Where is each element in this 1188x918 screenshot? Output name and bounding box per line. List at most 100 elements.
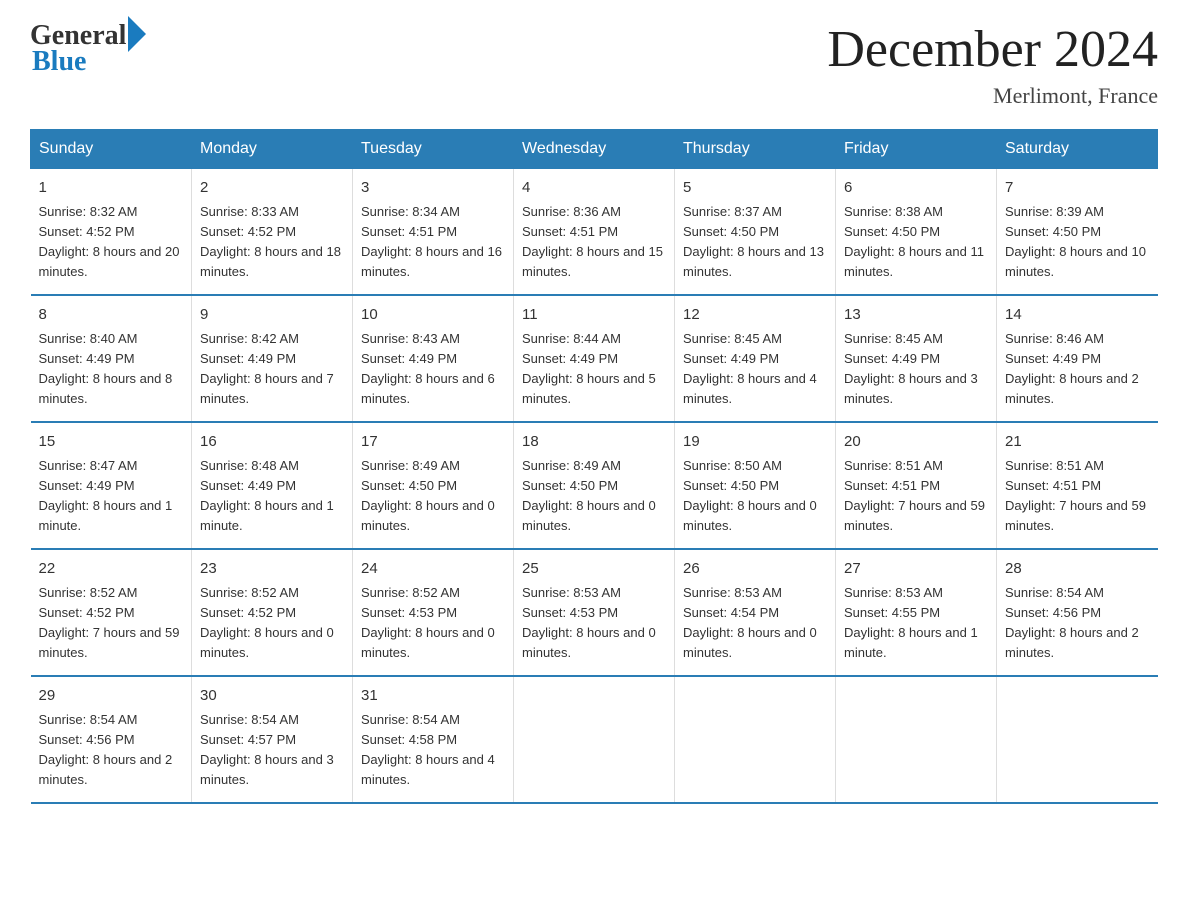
day-number: 7 — [1005, 177, 1150, 200]
calendar-cell: 26Sunrise: 8:53 AMSunset: 4:54 PMDayligh… — [675, 549, 836, 676]
calendar-cell: 6Sunrise: 8:38 AMSunset: 4:50 PMDaylight… — [836, 169, 997, 296]
calendar-week-row: 8Sunrise: 8:40 AMSunset: 4:49 PMDaylight… — [31, 295, 1158, 422]
day-info: Sunrise: 8:54 AMSunset: 4:56 PMDaylight:… — [1005, 583, 1150, 664]
calendar-cell: 4Sunrise: 8:36 AMSunset: 4:51 PMDaylight… — [514, 169, 675, 296]
day-number: 13 — [844, 304, 988, 327]
logo-arrow-icon — [128, 16, 146, 52]
day-number: 6 — [844, 177, 988, 200]
calendar-cell: 25Sunrise: 8:53 AMSunset: 4:53 PMDayligh… — [514, 549, 675, 676]
day-info: Sunrise: 8:40 AMSunset: 4:49 PMDaylight:… — [39, 329, 184, 410]
day-info: Sunrise: 8:51 AMSunset: 4:51 PMDaylight:… — [844, 456, 988, 537]
day-number: 22 — [39, 558, 184, 581]
day-info: Sunrise: 8:54 AMSunset: 4:58 PMDaylight:… — [361, 710, 505, 791]
day-info: Sunrise: 8:50 AMSunset: 4:50 PMDaylight:… — [683, 456, 827, 537]
day-number: 29 — [39, 685, 184, 708]
day-header-saturday: Saturday — [997, 130, 1158, 169]
day-number: 12 — [683, 304, 827, 327]
calendar-table: SundayMondayTuesdayWednesdayThursdayFrid… — [30, 129, 1158, 804]
calendar-week-row: 1Sunrise: 8:32 AMSunset: 4:52 PMDaylight… — [31, 169, 1158, 296]
day-info: Sunrise: 8:53 AMSunset: 4:55 PMDaylight:… — [844, 583, 988, 664]
day-info: Sunrise: 8:34 AMSunset: 4:51 PMDaylight:… — [361, 202, 505, 283]
day-number: 20 — [844, 431, 988, 454]
calendar-header-row: SundayMondayTuesdayWednesdayThursdayFrid… — [31, 130, 1158, 169]
day-info: Sunrise: 8:36 AMSunset: 4:51 PMDaylight:… — [522, 202, 666, 283]
day-number: 21 — [1005, 431, 1150, 454]
calendar-cell: 30Sunrise: 8:54 AMSunset: 4:57 PMDayligh… — [192, 676, 353, 803]
calendar-cell — [836, 676, 997, 803]
calendar-cell: 20Sunrise: 8:51 AMSunset: 4:51 PMDayligh… — [836, 422, 997, 549]
day-number: 3 — [361, 177, 505, 200]
page-header: General Blue December 2024 Merlimont, Fr… — [30, 20, 1158, 109]
calendar-cell: 19Sunrise: 8:50 AMSunset: 4:50 PMDayligh… — [675, 422, 836, 549]
calendar-cell: 11Sunrise: 8:44 AMSunset: 4:49 PMDayligh… — [514, 295, 675, 422]
day-info: Sunrise: 8:42 AMSunset: 4:49 PMDaylight:… — [200, 329, 344, 410]
day-info: Sunrise: 8:52 AMSunset: 4:52 PMDaylight:… — [200, 583, 344, 664]
day-number: 16 — [200, 431, 344, 454]
calendar-cell: 9Sunrise: 8:42 AMSunset: 4:49 PMDaylight… — [192, 295, 353, 422]
calendar-cell: 15Sunrise: 8:47 AMSunset: 4:49 PMDayligh… — [31, 422, 192, 549]
day-number: 10 — [361, 304, 505, 327]
day-header-sunday: Sunday — [31, 130, 192, 169]
calendar-cell: 1Sunrise: 8:32 AMSunset: 4:52 PMDaylight… — [31, 169, 192, 296]
calendar-cell: 10Sunrise: 8:43 AMSunset: 4:49 PMDayligh… — [353, 295, 514, 422]
day-info: Sunrise: 8:47 AMSunset: 4:49 PMDaylight:… — [39, 456, 184, 537]
calendar-cell: 2Sunrise: 8:33 AMSunset: 4:52 PMDaylight… — [192, 169, 353, 296]
calendar-cell: 23Sunrise: 8:52 AMSunset: 4:52 PMDayligh… — [192, 549, 353, 676]
title-section: December 2024 Merlimont, France — [827, 20, 1158, 109]
day-number: 18 — [522, 431, 666, 454]
day-number: 17 — [361, 431, 505, 454]
day-number: 31 — [361, 685, 505, 708]
calendar-cell — [997, 676, 1158, 803]
day-info: Sunrise: 8:54 AMSunset: 4:57 PMDaylight:… — [200, 710, 344, 791]
day-number: 28 — [1005, 558, 1150, 581]
day-number: 9 — [200, 304, 344, 327]
logo-blue-text: Blue — [32, 46, 86, 78]
day-number: 11 — [522, 304, 666, 327]
day-info: Sunrise: 8:49 AMSunset: 4:50 PMDaylight:… — [361, 456, 505, 537]
day-number: 5 — [683, 177, 827, 200]
day-header-friday: Friday — [836, 130, 997, 169]
location: Merlimont, France — [827, 83, 1158, 109]
day-header-thursday: Thursday — [675, 130, 836, 169]
day-info: Sunrise: 8:53 AMSunset: 4:53 PMDaylight:… — [522, 583, 666, 664]
calendar-cell: 5Sunrise: 8:37 AMSunset: 4:50 PMDaylight… — [675, 169, 836, 296]
day-header-wednesday: Wednesday — [514, 130, 675, 169]
day-info: Sunrise: 8:45 AMSunset: 4:49 PMDaylight:… — [683, 329, 827, 410]
day-number: 19 — [683, 431, 827, 454]
day-info: Sunrise: 8:48 AMSunset: 4:49 PMDaylight:… — [200, 456, 344, 537]
day-info: Sunrise: 8:45 AMSunset: 4:49 PMDaylight:… — [844, 329, 988, 410]
calendar-cell: 13Sunrise: 8:45 AMSunset: 4:49 PMDayligh… — [836, 295, 997, 422]
calendar-cell — [514, 676, 675, 803]
calendar-cell: 24Sunrise: 8:52 AMSunset: 4:53 PMDayligh… — [353, 549, 514, 676]
calendar-cell: 31Sunrise: 8:54 AMSunset: 4:58 PMDayligh… — [353, 676, 514, 803]
calendar-cell: 8Sunrise: 8:40 AMSunset: 4:49 PMDaylight… — [31, 295, 192, 422]
calendar-cell: 21Sunrise: 8:51 AMSunset: 4:51 PMDayligh… — [997, 422, 1158, 549]
calendar-cell: 7Sunrise: 8:39 AMSunset: 4:50 PMDaylight… — [997, 169, 1158, 296]
day-number: 26 — [683, 558, 827, 581]
day-info: Sunrise: 8:52 AMSunset: 4:52 PMDaylight:… — [39, 583, 184, 664]
day-number: 30 — [200, 685, 344, 708]
calendar-cell: 22Sunrise: 8:52 AMSunset: 4:52 PMDayligh… — [31, 549, 192, 676]
calendar-cell: 28Sunrise: 8:54 AMSunset: 4:56 PMDayligh… — [997, 549, 1158, 676]
day-info: Sunrise: 8:54 AMSunset: 4:56 PMDaylight:… — [39, 710, 184, 791]
day-info: Sunrise: 8:53 AMSunset: 4:54 PMDaylight:… — [683, 583, 827, 664]
day-number: 15 — [39, 431, 184, 454]
day-info: Sunrise: 8:52 AMSunset: 4:53 PMDaylight:… — [361, 583, 505, 664]
day-info: Sunrise: 8:39 AMSunset: 4:50 PMDaylight:… — [1005, 202, 1150, 283]
calendar-cell: 29Sunrise: 8:54 AMSunset: 4:56 PMDayligh… — [31, 676, 192, 803]
day-number: 27 — [844, 558, 988, 581]
day-header-tuesday: Tuesday — [353, 130, 514, 169]
day-number: 24 — [361, 558, 505, 581]
calendar-cell: 16Sunrise: 8:48 AMSunset: 4:49 PMDayligh… — [192, 422, 353, 549]
day-number: 23 — [200, 558, 344, 581]
calendar-cell: 3Sunrise: 8:34 AMSunset: 4:51 PMDaylight… — [353, 169, 514, 296]
month-title: December 2024 — [827, 20, 1158, 79]
calendar-cell: 17Sunrise: 8:49 AMSunset: 4:50 PMDayligh… — [353, 422, 514, 549]
day-info: Sunrise: 8:43 AMSunset: 4:49 PMDaylight:… — [361, 329, 505, 410]
day-number: 25 — [522, 558, 666, 581]
day-number: 4 — [522, 177, 666, 200]
calendar-cell: 18Sunrise: 8:49 AMSunset: 4:50 PMDayligh… — [514, 422, 675, 549]
calendar-cell: 27Sunrise: 8:53 AMSunset: 4:55 PMDayligh… — [836, 549, 997, 676]
calendar-week-row: 15Sunrise: 8:47 AMSunset: 4:49 PMDayligh… — [31, 422, 1158, 549]
calendar-week-row: 22Sunrise: 8:52 AMSunset: 4:52 PMDayligh… — [31, 549, 1158, 676]
